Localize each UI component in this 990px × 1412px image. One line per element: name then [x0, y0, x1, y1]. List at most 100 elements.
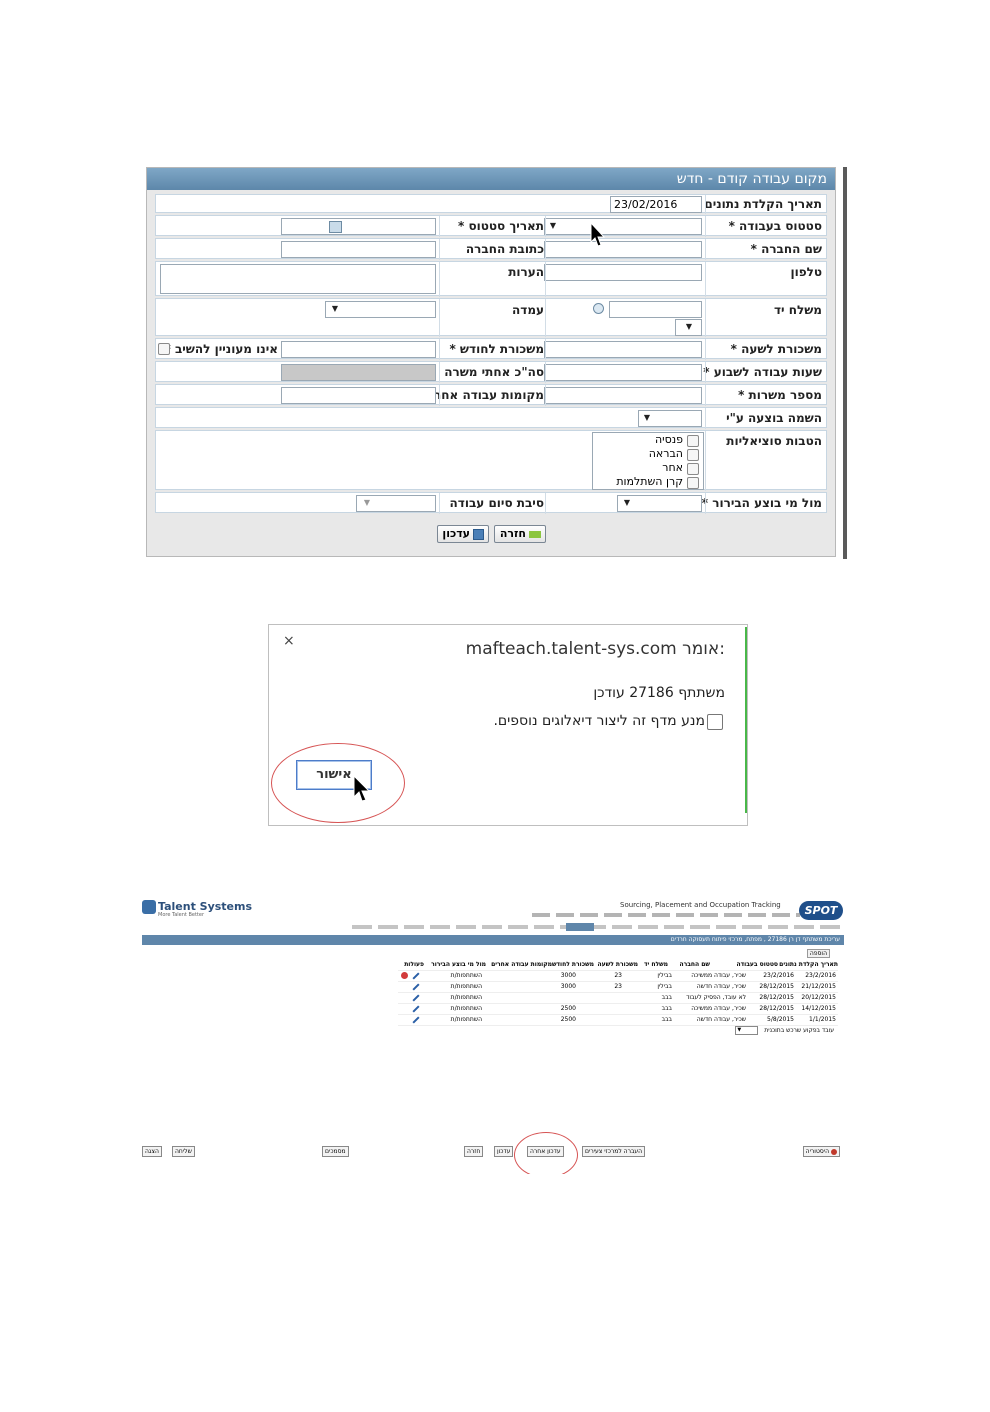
row-hours: שעות עבודה לשבוע * סה"כ אחתי משרה	[155, 361, 827, 383]
divider	[705, 362, 706, 383]
edit-pencil-icon[interactable]	[412, 1005, 420, 1013]
cell-date: 1/1/2015	[809, 1016, 836, 1023]
cell-against: השתתפות/ת	[450, 1005, 482, 1012]
occupation-input[interactable]	[609, 301, 702, 318]
highlight-circle	[271, 743, 405, 823]
divider	[705, 299, 706, 337]
header-cell: פעולות	[404, 961, 424, 968]
divider	[439, 385, 440, 406]
suppress-dialogs-label: מנע מדף זה ליצור דיאלוגים נוספים.	[493, 713, 705, 729]
active-tab[interactable]	[566, 923, 594, 931]
edit-pencil-icon[interactable]	[412, 983, 420, 991]
divider	[705, 431, 706, 491]
chevron-down-icon[interactable]: ▼	[644, 413, 650, 422]
work-status-select[interactable]	[544, 218, 702, 235]
nav-strip[interactable]	[532, 913, 800, 917]
data-entry-date-input[interactable]: 23/02/2016	[610, 196, 702, 213]
cell-status: שכיר, עבודה חדשה	[696, 983, 746, 990]
edit-pencil-icon[interactable]	[412, 1016, 420, 1024]
benefit-option-other[interactable]: אחר	[597, 461, 701, 475]
workplace-table: תאריך הקלדת נתונים סטטוס בעבודה שם החברה…	[398, 960, 838, 1026]
divider	[545, 239, 546, 260]
dialog-title: mafteach.talent-sys.com אומר:	[465, 639, 725, 659]
phone-input[interactable]	[544, 264, 702, 281]
update-button[interactable]: עדכון	[494, 1146, 514, 1157]
notes-textarea[interactable]	[160, 264, 436, 294]
back-button[interactable]: חזרה	[494, 525, 546, 543]
cell-hourly: 23	[614, 983, 622, 990]
benefit-option-recovery[interactable]: הבראה	[597, 447, 701, 461]
add-button[interactable]: הוספה	[806, 949, 830, 958]
chevron-down-icon[interactable]: ▼	[364, 498, 370, 507]
app-screenshot: Talent Systems More Talent Better SPOT S…	[142, 898, 844, 1174]
cell-against: השתתפות/ת	[450, 983, 482, 990]
benefit-option-study-fund[interactable]: קרן השתלמות	[597, 475, 701, 489]
other-workplaces-input[interactable]	[281, 387, 436, 404]
update-button[interactable]: עדכון	[437, 525, 489, 543]
study-fund-checkbox[interactable]	[687, 477, 699, 489]
table-row[interactable]: 20/12/2015 28/12/2015 לא עובד, הפסיק לעב…	[398, 993, 838, 1004]
transfer-button[interactable]: העברה למרכזי צעירים	[582, 1146, 646, 1157]
mouse-cursor-icon	[353, 775, 371, 802]
history-button[interactable]: היסטוריה	[802, 1146, 840, 1157]
recovery-checkbox[interactable]	[687, 449, 699, 461]
divider	[705, 385, 706, 406]
employment-filter-label: עובד בפקוע שרכש בתוכנית	[764, 1027, 834, 1034]
company-address-input[interactable]	[281, 241, 436, 258]
dialog-message: משתתף 27186 עודכן	[593, 685, 725, 701]
suppress-dialogs-checkbox[interactable]	[707, 714, 723, 730]
row-placement: השמה בוצעה ע"י ▼	[155, 407, 827, 429]
chevron-down-icon[interactable]: ▼	[624, 498, 630, 507]
status-date-label: תאריך סטטוס *	[458, 219, 544, 233]
close-icon[interactable]: ×	[283, 633, 295, 649]
delete-icon[interactable]	[401, 972, 408, 979]
header-cell: משלח יד	[643, 961, 668, 968]
not-interested-checkbox[interactable]	[158, 343, 170, 355]
cell-company: בבב	[661, 994, 672, 1001]
send-button[interactable]: שליחה	[172, 1146, 195, 1157]
other-checkbox[interactable]	[687, 463, 699, 475]
table-row[interactable]: 23/2/2016 23/2/2016 שכיר, עבודה ממשיכה ב…	[398, 971, 838, 982]
divider	[705, 493, 706, 514]
divider	[705, 339, 706, 360]
cell-status: שכיר, עבודה ממשיכה	[691, 1005, 746, 1012]
back-button[interactable]: חזרה	[464, 1146, 484, 1157]
position-label: עמדה	[512, 303, 544, 317]
search-icon[interactable]	[593, 303, 604, 314]
edit-pencil-icon[interactable]	[412, 972, 420, 980]
cell-status: לא עובד, הפסיק לעבוד	[686, 994, 746, 1001]
chevron-down-icon[interactable]: ▼	[686, 322, 692, 331]
weekly-hours-input[interactable]	[544, 364, 702, 381]
table-row[interactable]: 1/1/2015 5/8/2015 שכיר, עבודה חדשה בבב 2…	[398, 1015, 838, 1026]
benefits-listbox[interactable]: פנסיה הבראה אחר קרן השתלמות	[592, 432, 704, 490]
company-address-label: כתובת החברה	[465, 242, 544, 256]
table-row[interactable]: 21/12/2015 28/12/2015 שכיר, עבודה חדשה ב…	[398, 982, 838, 993]
calendar-icon[interactable]	[329, 221, 342, 233]
transfer-label: העברה למרכזי צעירים	[585, 1148, 643, 1155]
job-count-input[interactable]	[544, 387, 702, 404]
table-row[interactable]: 14/12/2015 28/12/2015 שכיר, עבודה ממשיכה…	[398, 1004, 838, 1015]
hourly-salary-input[interactable]	[544, 341, 702, 358]
hourly-salary-label: משכורת לשעה *	[730, 342, 822, 356]
show-button[interactable]: הצגה	[142, 1146, 162, 1157]
data-entry-date-label: תאריך הקלדת נתונים *	[693, 197, 822, 211]
scrollbar[interactable]	[843, 167, 847, 559]
monthly-salary-input[interactable]	[281, 341, 436, 358]
status-date-input[interactable]	[281, 218, 436, 235]
benefit-option-pension[interactable]: פנסיה	[597, 433, 701, 447]
edit-pencil-icon[interactable]	[412, 994, 420, 1002]
chevron-down-icon[interactable]: ▼	[332, 304, 338, 313]
position-select[interactable]	[325, 301, 436, 318]
employment-filter-select[interactable]: ▼	[735, 1026, 759, 1035]
cell-status-date: 28/12/2015	[759, 1005, 794, 1012]
save-icon	[473, 528, 484, 540]
divider	[439, 339, 440, 360]
pension-checkbox[interactable]	[687, 435, 699, 447]
divider	[545, 385, 546, 406]
documents-button[interactable]: מסמכים	[322, 1146, 349, 1157]
divider	[545, 299, 546, 337]
sub-nav-strip[interactable]	[352, 925, 840, 929]
cell-against: השתתפות/ת	[450, 972, 482, 979]
chevron-down-icon[interactable]: ▼	[550, 221, 556, 230]
company-name-input[interactable]	[544, 241, 702, 258]
